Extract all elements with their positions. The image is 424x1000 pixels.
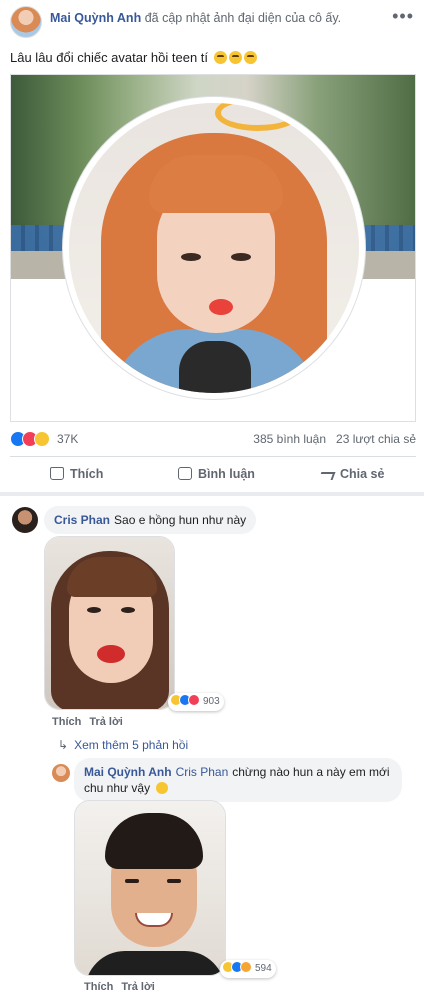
comment-share-counts: 385 bình luận 23 lượt chia sẻ — [253, 432, 416, 446]
profile-eye-left — [181, 253, 201, 261]
author-name[interactable]: Mai Quỳnh Anh — [50, 11, 141, 25]
comment-meta: Thích Trả lời — [52, 716, 131, 728]
comment-text: Sao e hồng hun như này — [114, 513, 247, 527]
photo-lips — [97, 645, 125, 663]
post-caption: Lâu lâu đổi chiếc avatar hồi teen tí — [10, 50, 257, 65]
crying-face-emoji-icon — [228, 51, 242, 64]
share-count[interactable]: 23 lượt chia sẻ — [336, 432, 416, 446]
wow-reaction-icon — [240, 961, 252, 973]
like-label: Thích — [70, 467, 104, 481]
reply-meta: Thích Trả lời — [84, 981, 163, 993]
author-avatar[interactable] — [10, 6, 42, 38]
caption-text: Lâu lâu đổi chiếc avatar hồi teen tí — [10, 50, 209, 65]
comment-like-link[interactable]: Thích — [52, 716, 81, 728]
photo-eye-right — [121, 607, 135, 613]
comment-label: Bình luận — [198, 467, 255, 481]
comments-separator — [0, 492, 424, 496]
reactions-summary: 37K 385 bình luận 23 lượt chia sẻ — [10, 430, 416, 448]
photo-eye-right — [167, 879, 181, 883]
share-button[interactable]: Chia sẻ — [318, 460, 385, 488]
reply-like-link[interactable]: Thích — [84, 981, 113, 993]
photo-bangs — [67, 557, 157, 597]
crying-face-emoji-icon — [156, 782, 169, 794]
view-more-replies[interactable]: ↳ Xem thêm 5 phản hồi — [58, 738, 188, 752]
crying-face-emoji-icon — [213, 51, 227, 64]
commenter-name[interactable]: Cris Phan — [54, 513, 110, 527]
reply-arrow-icon: ↳ — [58, 738, 69, 752]
reply-reply-link[interactable]: Trả lời — [121, 981, 155, 993]
reply-bubble: Mai Quỳnh Anh Cris Phan chừng nào hun a nà… — [74, 758, 402, 802]
photo-eye-left — [125, 879, 139, 883]
divider — [10, 456, 416, 457]
profile-bangs — [149, 155, 283, 213]
reply-reaction-count: 594 — [255, 963, 272, 974]
like-button[interactable]: Thích — [50, 460, 103, 488]
comment-reactions[interactable]: 903 — [168, 693, 224, 711]
reaction-icons[interactable] — [10, 431, 56, 447]
post-action-text: đã cập nhật ảnh đại diện của cô ấy. — [144, 11, 342, 25]
comment-reply-link[interactable]: Trả lời — [89, 716, 123, 728]
crying-face-emoji-icon — [243, 51, 257, 64]
share-arrow-icon — [318, 472, 336, 480]
reaction-count[interactable]: 37K — [57, 432, 78, 446]
replier-avatar[interactable] — [52, 764, 70, 782]
comment-bubble: Cris Phan Sao e hồng hun như này — [44, 506, 257, 534]
profile-picture[interactable] — [69, 103, 359, 393]
profile-eye-right — [231, 253, 251, 261]
reply-photo[interactable] — [74, 800, 226, 976]
post-header: Mai Quỳnh Anh đã cập nhật ảnh đại diện c… — [0, 0, 424, 40]
replier-name[interactable]: Mai Quỳnh Anh — [84, 765, 172, 779]
comment-icon — [178, 467, 192, 480]
love-reaction-icon — [188, 694, 200, 706]
more-options-icon[interactable]: ••• — [392, 6, 414, 27]
haha-reaction-icon — [34, 431, 50, 447]
profile-lips — [209, 299, 233, 315]
comment-reaction-count: 903 — [203, 696, 220, 707]
profile-photo-update[interactable] — [10, 74, 416, 422]
comment-button[interactable]: Bình luận — [178, 460, 255, 488]
share-label: Chia sẻ — [340, 467, 385, 481]
view-more-label: Xem thêm 5 phản hồi — [74, 738, 189, 752]
profile-hair-bow — [215, 103, 301, 131]
comment-photo[interactable] — [44, 536, 175, 710]
profile-shirt — [179, 341, 251, 393]
photo-eye-left — [87, 607, 101, 613]
thumbs-up-icon — [50, 467, 64, 480]
post-actions: Thích Bình luận Chia sẻ — [10, 460, 416, 488]
comment-count[interactable]: 385 bình luận — [253, 432, 326, 446]
commenter-avatar[interactable] — [12, 507, 38, 533]
post-header-text: Mai Quỳnh Anh đã cập nhật ảnh đại diện c… — [50, 10, 390, 26]
reply-mention[interactable]: Cris Phan — [176, 765, 229, 779]
reply-reactions[interactable]: 594 — [220, 960, 276, 978]
